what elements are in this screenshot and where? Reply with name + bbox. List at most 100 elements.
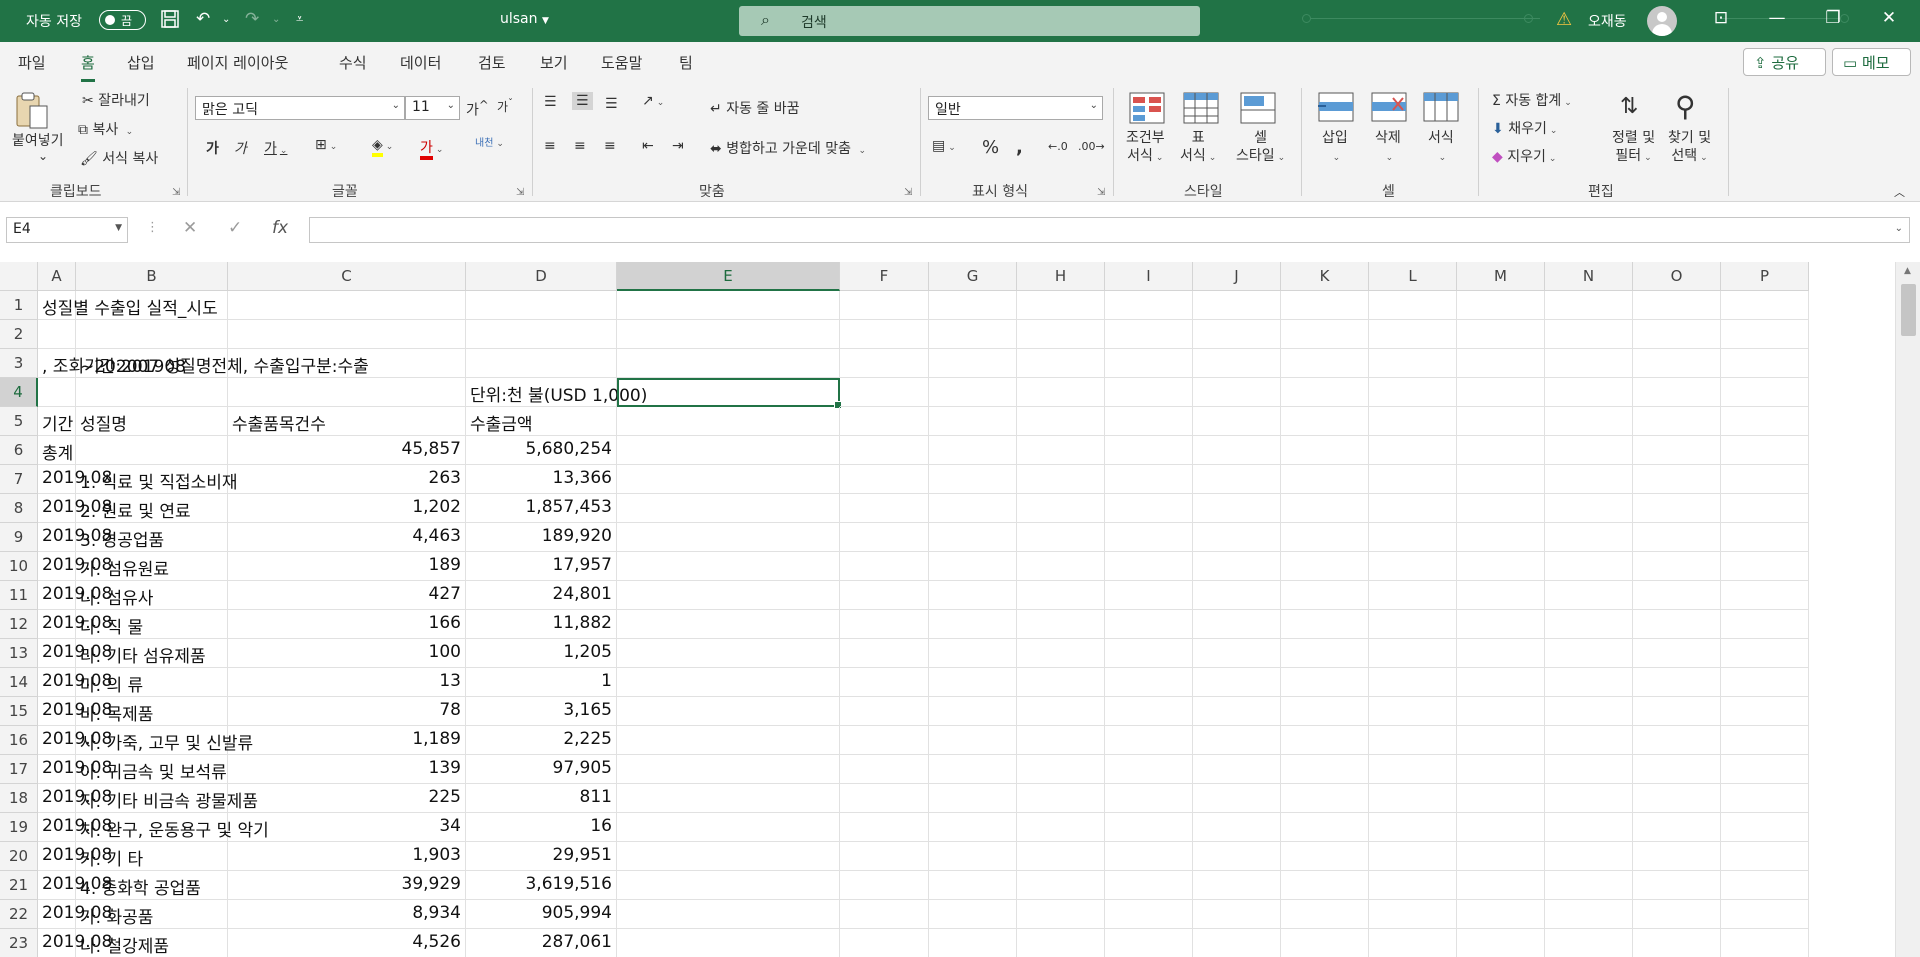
tab-home[interactable]: 홈 (81, 52, 95, 82)
cell-i12[interactable] (1105, 610, 1193, 639)
cell-g16[interactable] (929, 726, 1017, 755)
cell-k19[interactable] (1281, 813, 1369, 842)
cell-e7[interactable] (617, 465, 840, 494)
cell-i18[interactable] (1105, 784, 1193, 813)
cell-p5[interactable] (1721, 407, 1809, 436)
row-header[interactable]: 19 (0, 813, 38, 842)
cell-b2[interactable] (76, 320, 228, 349)
cell-c21[interactable]: 39,929 (228, 871, 466, 900)
cell-e18[interactable] (617, 784, 840, 813)
cell-p6[interactable] (1721, 436, 1809, 465)
cell-k23[interactable] (1281, 929, 1369, 957)
cell-o5[interactable] (1633, 407, 1721, 436)
cell-p10[interactable] (1721, 552, 1809, 581)
cell-o2[interactable] (1633, 320, 1721, 349)
cell-h3[interactable] (1017, 349, 1105, 378)
cell-m18[interactable] (1457, 784, 1545, 813)
cell-o23[interactable] (1633, 929, 1721, 957)
cell-n13[interactable] (1545, 639, 1633, 668)
cell-e15[interactable] (617, 697, 840, 726)
cell-g21[interactable] (929, 871, 1017, 900)
cell-e10[interactable] (617, 552, 840, 581)
cell-m1[interactable] (1457, 291, 1545, 320)
cell-g12[interactable] (929, 610, 1017, 639)
align-top-icon[interactable]: ☰ (544, 94, 557, 110)
cell-f14[interactable] (840, 668, 929, 697)
cell-n2[interactable] (1545, 320, 1633, 349)
cell-f7[interactable] (840, 465, 929, 494)
cell-i1[interactable] (1105, 291, 1193, 320)
cell-a18[interactable]: 2019.08 (38, 784, 112, 813)
cell-n8[interactable] (1545, 494, 1633, 523)
shrink-font-button[interactable]: 가ˇ (497, 98, 513, 115)
tab-file[interactable]: 파일 (18, 52, 46, 73)
cell-a11[interactable]: 2019.08 (38, 581, 112, 610)
cell-h14[interactable] (1017, 668, 1105, 697)
cell-n3[interactable] (1545, 349, 1633, 378)
cell-d1[interactable] (466, 291, 617, 320)
row-header[interactable]: 22 (0, 900, 38, 929)
cell-l4[interactable] (1369, 378, 1457, 407)
cell-h17[interactable] (1017, 755, 1105, 784)
cell-o22[interactable] (1633, 900, 1721, 929)
cell-c5[interactable]: 수출품목건수 (228, 407, 466, 436)
align-middle-icon[interactable]: ☰ (572, 92, 593, 110)
cell-j11[interactable] (1193, 581, 1281, 610)
cell-a16[interactable]: 2019.08 (38, 726, 112, 755)
cell-g8[interactable] (929, 494, 1017, 523)
paste-dropdown-icon[interactable]: ⌄ (38, 149, 48, 163)
cell-o1[interactable] (1633, 291, 1721, 320)
cell-o8[interactable] (1633, 494, 1721, 523)
cell-e2[interactable] (617, 320, 840, 349)
cell-f13[interactable] (840, 639, 929, 668)
delete-cells-icon[interactable] (1371, 92, 1407, 125)
column-header-a[interactable]: A (38, 262, 76, 291)
merge-center-button[interactable]: ⬌ 병합하고 가운데 맞춤 ⌄ (710, 138, 866, 158)
row-header[interactable]: 11 (0, 581, 38, 610)
cell-o17[interactable] (1633, 755, 1721, 784)
tab-help[interactable]: 도움말 (601, 52, 642, 73)
cell-g6[interactable] (929, 436, 1017, 465)
column-header-i[interactable]: I (1105, 262, 1193, 291)
cell-i11[interactable] (1105, 581, 1193, 610)
save-icon[interactable] (160, 9, 180, 34)
insert-cells-button[interactable]: 삽입 ⌄ (1322, 129, 1348, 167)
cell-g10[interactable] (929, 552, 1017, 581)
cell-g7[interactable] (929, 465, 1017, 494)
cell-j16[interactable] (1193, 726, 1281, 755)
customize-toolbar-icon[interactable]: ⩡ (296, 12, 303, 27)
cell-d2[interactable] (466, 320, 617, 349)
cell-i6[interactable] (1105, 436, 1193, 465)
cell-a5[interactable]: 기간 (38, 407, 76, 436)
cell-b7[interactable]: 1. 식료 및 직접소비재 (76, 465, 238, 494)
fill-button[interactable]: ⬇ 채우기 ⌄ (1492, 118, 1557, 138)
cell-e20[interactable] (617, 842, 840, 871)
cell-g2[interactable] (929, 320, 1017, 349)
cell-o13[interactable] (1633, 639, 1721, 668)
cell-a14[interactable]: 2019.08 (38, 668, 112, 697)
cell-i8[interactable] (1105, 494, 1193, 523)
cell-k11[interactable] (1281, 581, 1369, 610)
collapse-ribbon-icon[interactable]: ︿ (1894, 184, 1905, 200)
cell-c1[interactable] (228, 291, 466, 320)
cell-i9[interactable] (1105, 523, 1193, 552)
cell-f10[interactable] (840, 552, 929, 581)
cell-j5[interactable] (1193, 407, 1281, 436)
cell-k3[interactable] (1281, 349, 1369, 378)
cell-l6[interactable] (1369, 436, 1457, 465)
cell-m3[interactable] (1457, 349, 1545, 378)
cell-n7[interactable] (1545, 465, 1633, 494)
column-header-h[interactable]: H (1017, 262, 1105, 291)
cell-b8[interactable]: 2. 원료 및 연료 (76, 494, 228, 523)
cell-l23[interactable] (1369, 929, 1457, 957)
cell-c2[interactable] (228, 320, 466, 349)
cell-a23[interactable]: 2019.08 (38, 929, 112, 957)
cell-j10[interactable] (1193, 552, 1281, 581)
row-header[interactable]: 15 (0, 697, 38, 726)
cell-m22[interactable] (1457, 900, 1545, 929)
selected-cell[interactable] (617, 378, 842, 409)
column-header-b[interactable]: B (76, 262, 228, 291)
cell-j22[interactable] (1193, 900, 1281, 929)
cell-j17[interactable] (1193, 755, 1281, 784)
find-select-button[interactable]: 찾기 및 선택 ⌄ (1668, 129, 1711, 167)
